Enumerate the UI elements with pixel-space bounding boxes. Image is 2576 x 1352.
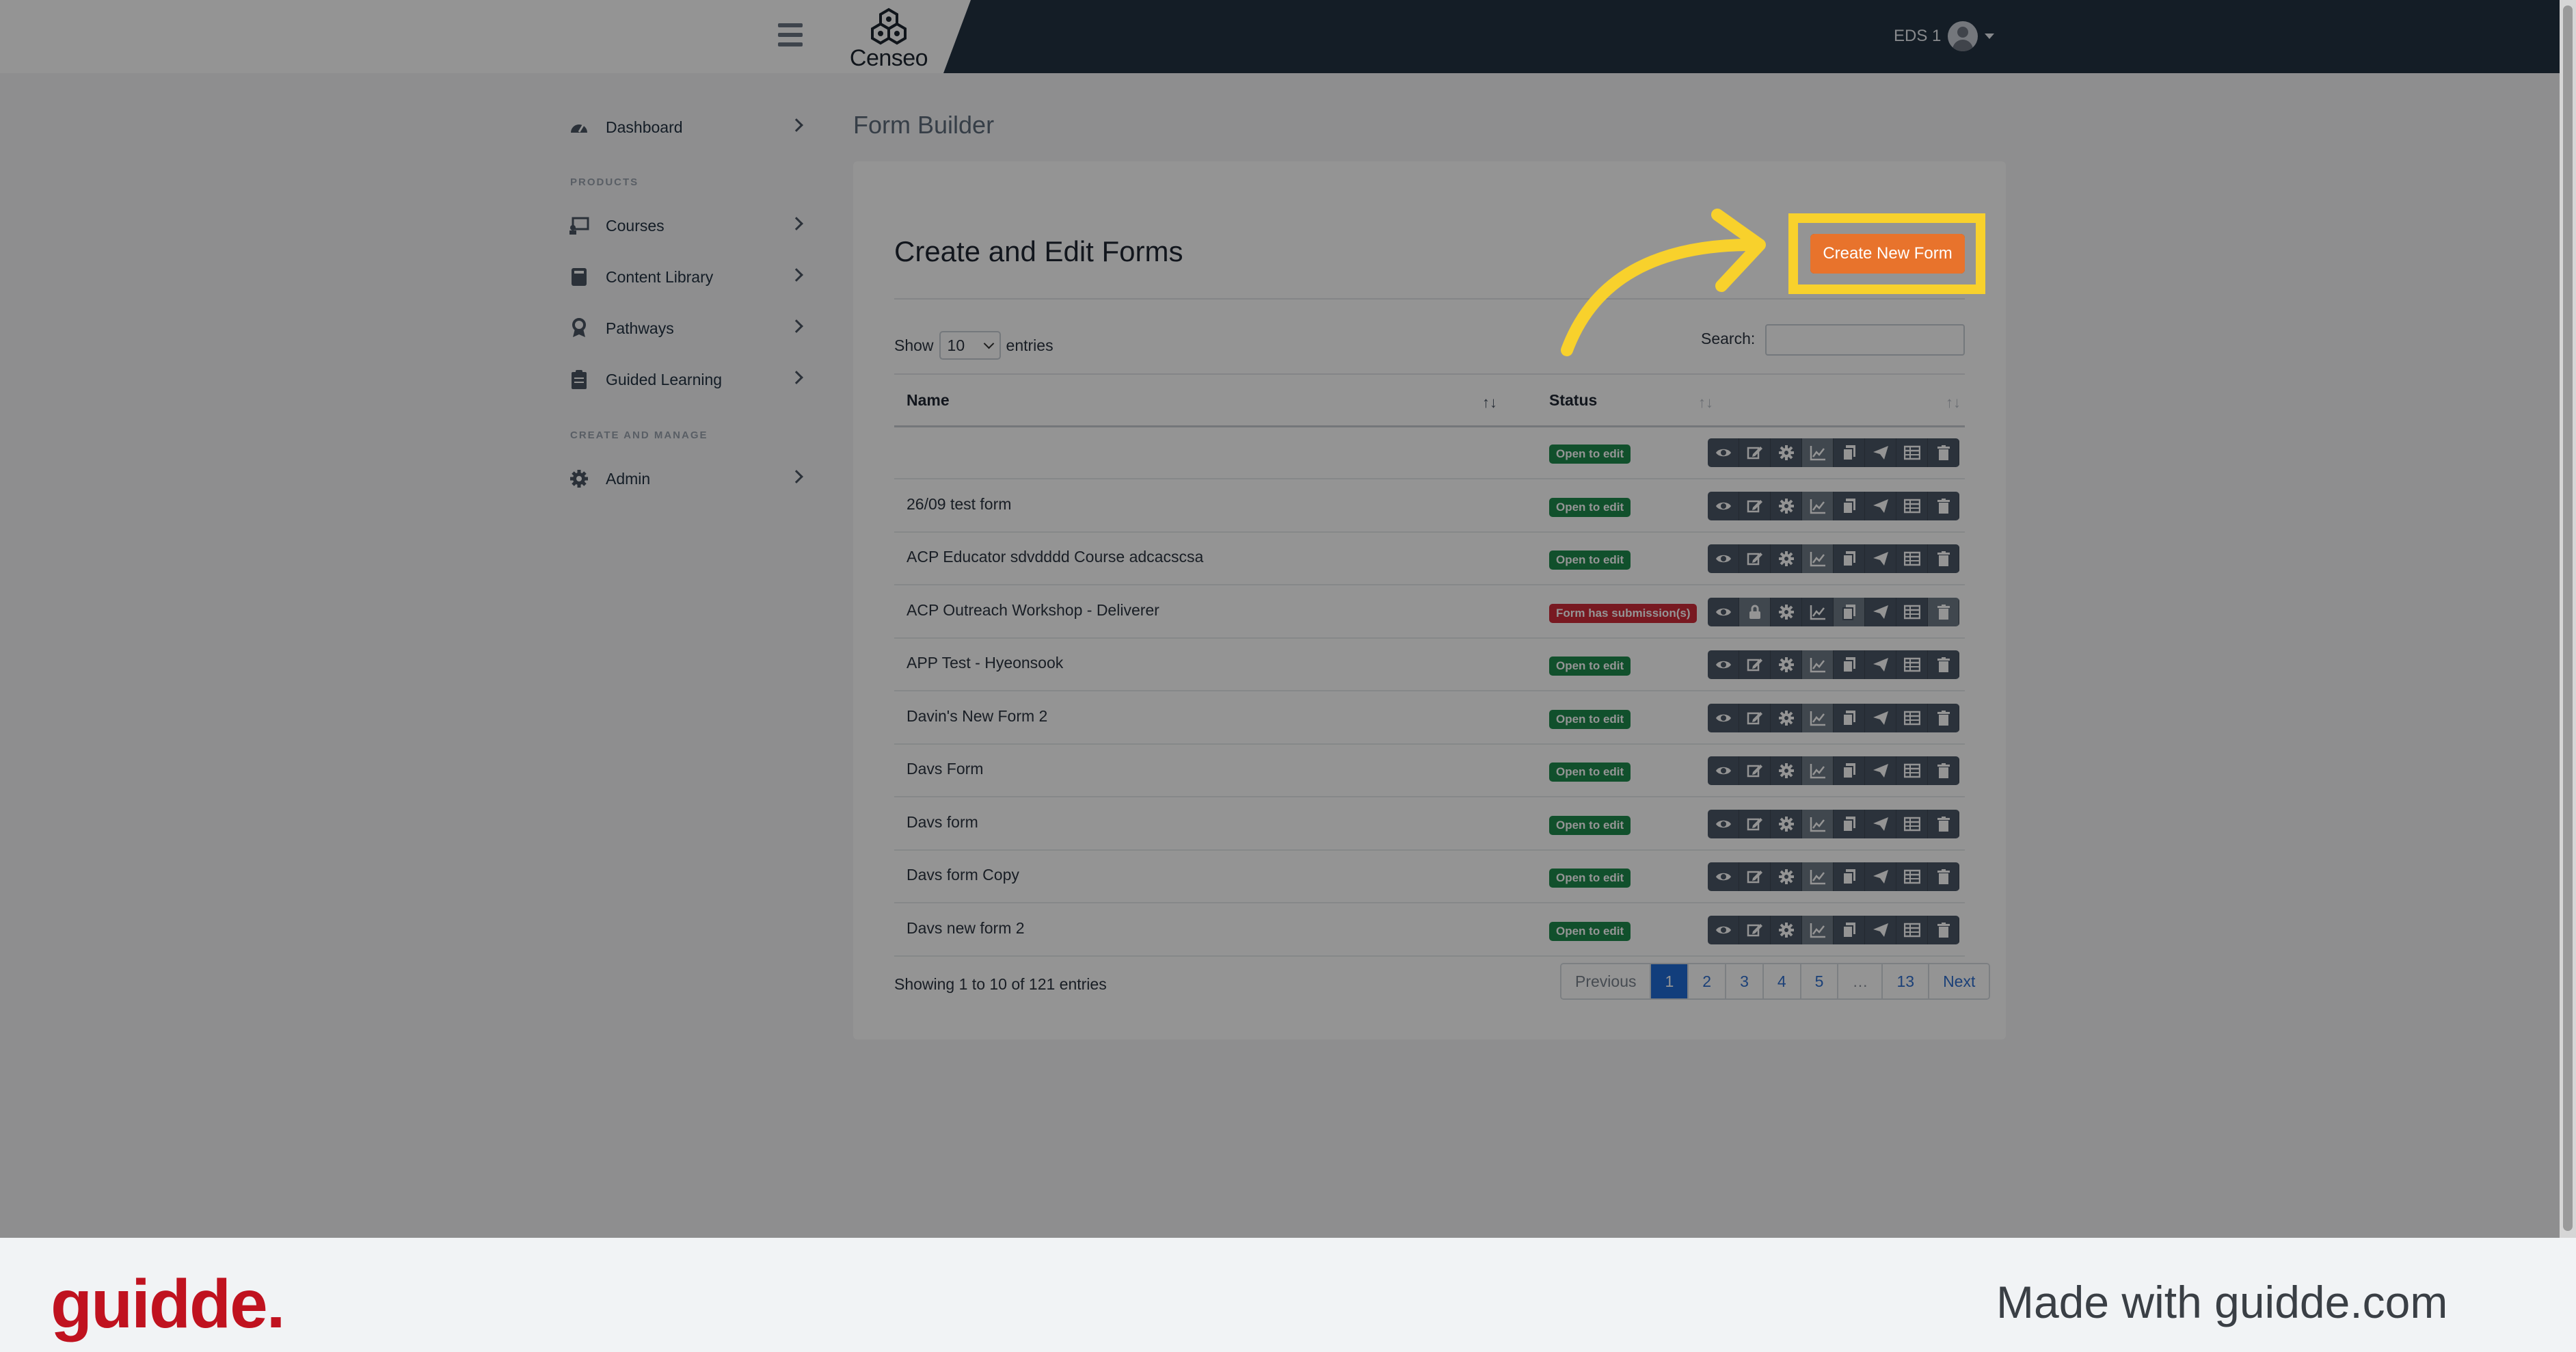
app-window: Censeo EDS 1 Dashboard PRODUCTS Courses … [0,0,2560,1238]
scrollbar-thumb[interactable] [2563,5,2573,1231]
scrollbar[interactable] [2560,0,2576,1238]
screen-dim-overlay [0,0,2560,1238]
footer-banner: guidde. Made with guidde.com [0,1238,2576,1352]
guidde-logo: guidde. [51,1266,286,1342]
create-new-form-button-highlighted[interactable]: Create New Form [1810,234,1965,274]
pointer-arrow-icon [1561,209,1766,356]
made-with-label: Made with guidde.com [1996,1277,2448,1327]
